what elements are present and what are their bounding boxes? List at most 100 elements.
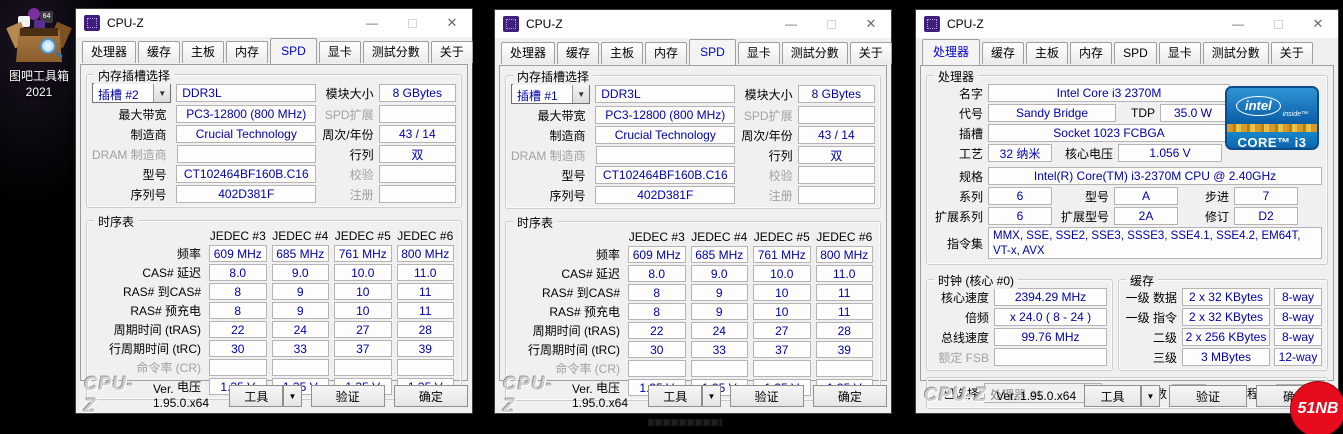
timing-cell: 761 MHz — [334, 245, 392, 262]
close-button[interactable]: ✕ — [1298, 10, 1338, 38]
tab-about[interactable]: 关于 — [1271, 42, 1313, 64]
l2-label: 二级 — [1124, 329, 1182, 346]
l1-inst-size-field: 2 x 32 KBytes — [1182, 308, 1270, 326]
tab-memory[interactable]: 内存 — [226, 41, 268, 63]
stepping-field: 7 — [1234, 187, 1298, 205]
correction-field — [379, 165, 456, 183]
tab-graphics[interactable]: 显卡 — [319, 41, 361, 63]
timing-cell: 10 — [334, 283, 392, 300]
cpuz-logo: CPU-Z — [920, 385, 987, 407]
timing-row-label: 行周期时间 (tRC) — [94, 340, 204, 357]
ok-button[interactable]: 确定 — [394, 385, 468, 407]
desktop-icon-label: 图吧工具箱 2021 — [6, 68, 72, 100]
close-button[interactable]: ✕ — [851, 10, 891, 38]
tools-button[interactable]: 工具 — [1084, 385, 1141, 407]
tab-caches[interactable]: 缓存 — [557, 42, 599, 64]
tab-about[interactable]: 关于 — [431, 41, 473, 63]
tools-button[interactable]: 工具 — [648, 385, 702, 407]
tab-about[interactable]: 关于 — [850, 42, 892, 64]
cpu-tab-page: 处理器 intel inside™ CORE™ i3 名字 Intel Core… — [920, 65, 1334, 381]
timing-cell — [691, 360, 749, 377]
tab-bench[interactable]: 测試分數 — [363, 41, 429, 63]
tab-bench[interactable]: 测試分數 — [1203, 42, 1269, 64]
timing-column-header: JEDEC #3 — [628, 230, 686, 244]
memory-slot-selection-group: 内存插槽选择 插槽 #2 ▼ DDR3L 模块大小 8 GBytes 最大带宽 … — [86, 74, 462, 208]
tools-dropdown-button[interactable]: ▼ — [702, 385, 720, 407]
intel-logo-text: intel — [1236, 96, 1281, 116]
tab-cpu[interactable]: 处理器 — [501, 42, 555, 64]
slot-select-combobox[interactable]: 插槽 #1 ▼ — [511, 84, 590, 104]
l1-data-ways-field: 8-way — [1274, 288, 1322, 306]
bus-speed-field: 99.76 MHz — [994, 328, 1107, 346]
l1-inst-label: 一级 指令 — [1124, 309, 1182, 326]
module-size-label: 模块大小 — [316, 85, 378, 102]
minimize-button[interactable]: — — [1218, 10, 1258, 38]
registered-field — [379, 185, 456, 203]
51nb-watermark-badge: 51NB — [1291, 382, 1343, 434]
minimize-button[interactable]: — — [771, 10, 811, 38]
tab-bar: 处理器 缓存 主板 内存 SPD 显卡 测試分數 关于 — [76, 37, 472, 63]
group-title: 处理器 — [934, 68, 978, 85]
part-number-label: 型号 — [511, 167, 590, 184]
tab-graphics[interactable]: 显卡 — [1159, 42, 1201, 64]
intel-core-i3-logo: intel inside™ CORE™ i3 — [1225, 86, 1319, 150]
close-button[interactable]: ✕ — [432, 9, 472, 37]
timing-cell: 10 — [753, 303, 811, 320]
maximize-button — [811, 10, 851, 38]
tab-memory[interactable]: 内存 — [645, 42, 687, 64]
tools-dropdown-button[interactable]: ▼ — [1141, 385, 1160, 407]
chevron-down-icon[interactable]: ▼ — [153, 84, 170, 102]
tools-dropdown-button[interactable]: ▼ — [283, 385, 301, 407]
serial-number-field: 402D381F — [595, 186, 735, 204]
slot-select-combobox[interactable]: 插槽 #2 ▼ — [92, 83, 171, 103]
correction-label: 校验 — [316, 166, 379, 183]
timing-cell: 761 MHz — [753, 246, 811, 263]
timing-cell: 24 — [691, 322, 749, 339]
memory-type-field: DDR3L — [176, 84, 316, 102]
tab-bench[interactable]: 测試分數 — [782, 42, 848, 64]
timing-cell — [753, 360, 811, 377]
name-label: 名字 — [932, 85, 988, 102]
tab-mainboard[interactable]: 主板 — [601, 42, 643, 64]
tab-caches[interactable]: 缓存 — [138, 41, 180, 63]
titlebar[interactable]: CPU-Z — ✕ — [76, 9, 472, 37]
timing-row-label: 周期时间 (tRAS) — [513, 322, 623, 339]
chevron-down-icon[interactable]: ▼ — [572, 85, 589, 103]
tab-caches[interactable]: 缓存 — [982, 42, 1024, 64]
dram-mfr-label: DRAM 制造商 — [92, 146, 172, 163]
tab-spd[interactable]: SPD — [270, 38, 317, 64]
validate-button[interactable]: 验证 — [730, 385, 804, 407]
tdp-label: TDP — [1116, 106, 1160, 120]
validate-button[interactable]: 验证 — [1169, 385, 1247, 407]
desktop-icon-toolbox[interactable]: 64 图吧工具箱 2021 — [6, 12, 72, 100]
tab-graphics[interactable]: 显卡 — [738, 42, 780, 64]
tab-mainboard[interactable]: 主板 — [182, 41, 224, 63]
timing-column-header: JEDEC #6 — [816, 230, 874, 244]
module-size-label: 模块大小 — [735, 86, 797, 103]
ok-button[interactable]: 确定 — [813, 385, 887, 407]
timing-cell: 9 — [272, 302, 330, 319]
registered-field — [798, 186, 875, 204]
tab-cpu[interactable]: 处理器 — [82, 41, 136, 63]
timing-cell: 685 MHz — [691, 246, 749, 263]
ext-model-field: 2A — [1114, 207, 1178, 225]
intel-die-strip — [1227, 124, 1317, 132]
tab-spd[interactable]: SPD — [689, 39, 736, 65]
timing-cell: 9.0 — [691, 265, 749, 282]
l1-data-size-field: 2 x 32 KBytes — [1182, 288, 1270, 306]
tab-mainboard[interactable]: 主板 — [1026, 42, 1068, 64]
module-size-field: 8 GBytes — [379, 84, 456, 102]
minimize-button[interactable]: — — [352, 9, 392, 37]
timing-cell: 8 — [209, 302, 267, 319]
cpuz-app-icon — [503, 16, 519, 32]
titlebar[interactable]: CPU-Z — ✕ — [495, 10, 891, 38]
tab-cpu[interactable]: 处理器 — [922, 39, 980, 65]
timing-cell: 27 — [753, 322, 811, 339]
timing-cell: 609 MHz — [209, 245, 267, 262]
tools-button[interactable]: 工具 — [229, 385, 283, 407]
titlebar[interactable]: CPU-Z — ✕ — [916, 10, 1338, 38]
timing-column-header: JEDEC #4 — [691, 230, 749, 244]
tab-memory[interactable]: 内存 — [1070, 42, 1112, 64]
tab-spd[interactable]: SPD — [1114, 42, 1157, 64]
validate-button[interactable]: 验证 — [311, 385, 385, 407]
